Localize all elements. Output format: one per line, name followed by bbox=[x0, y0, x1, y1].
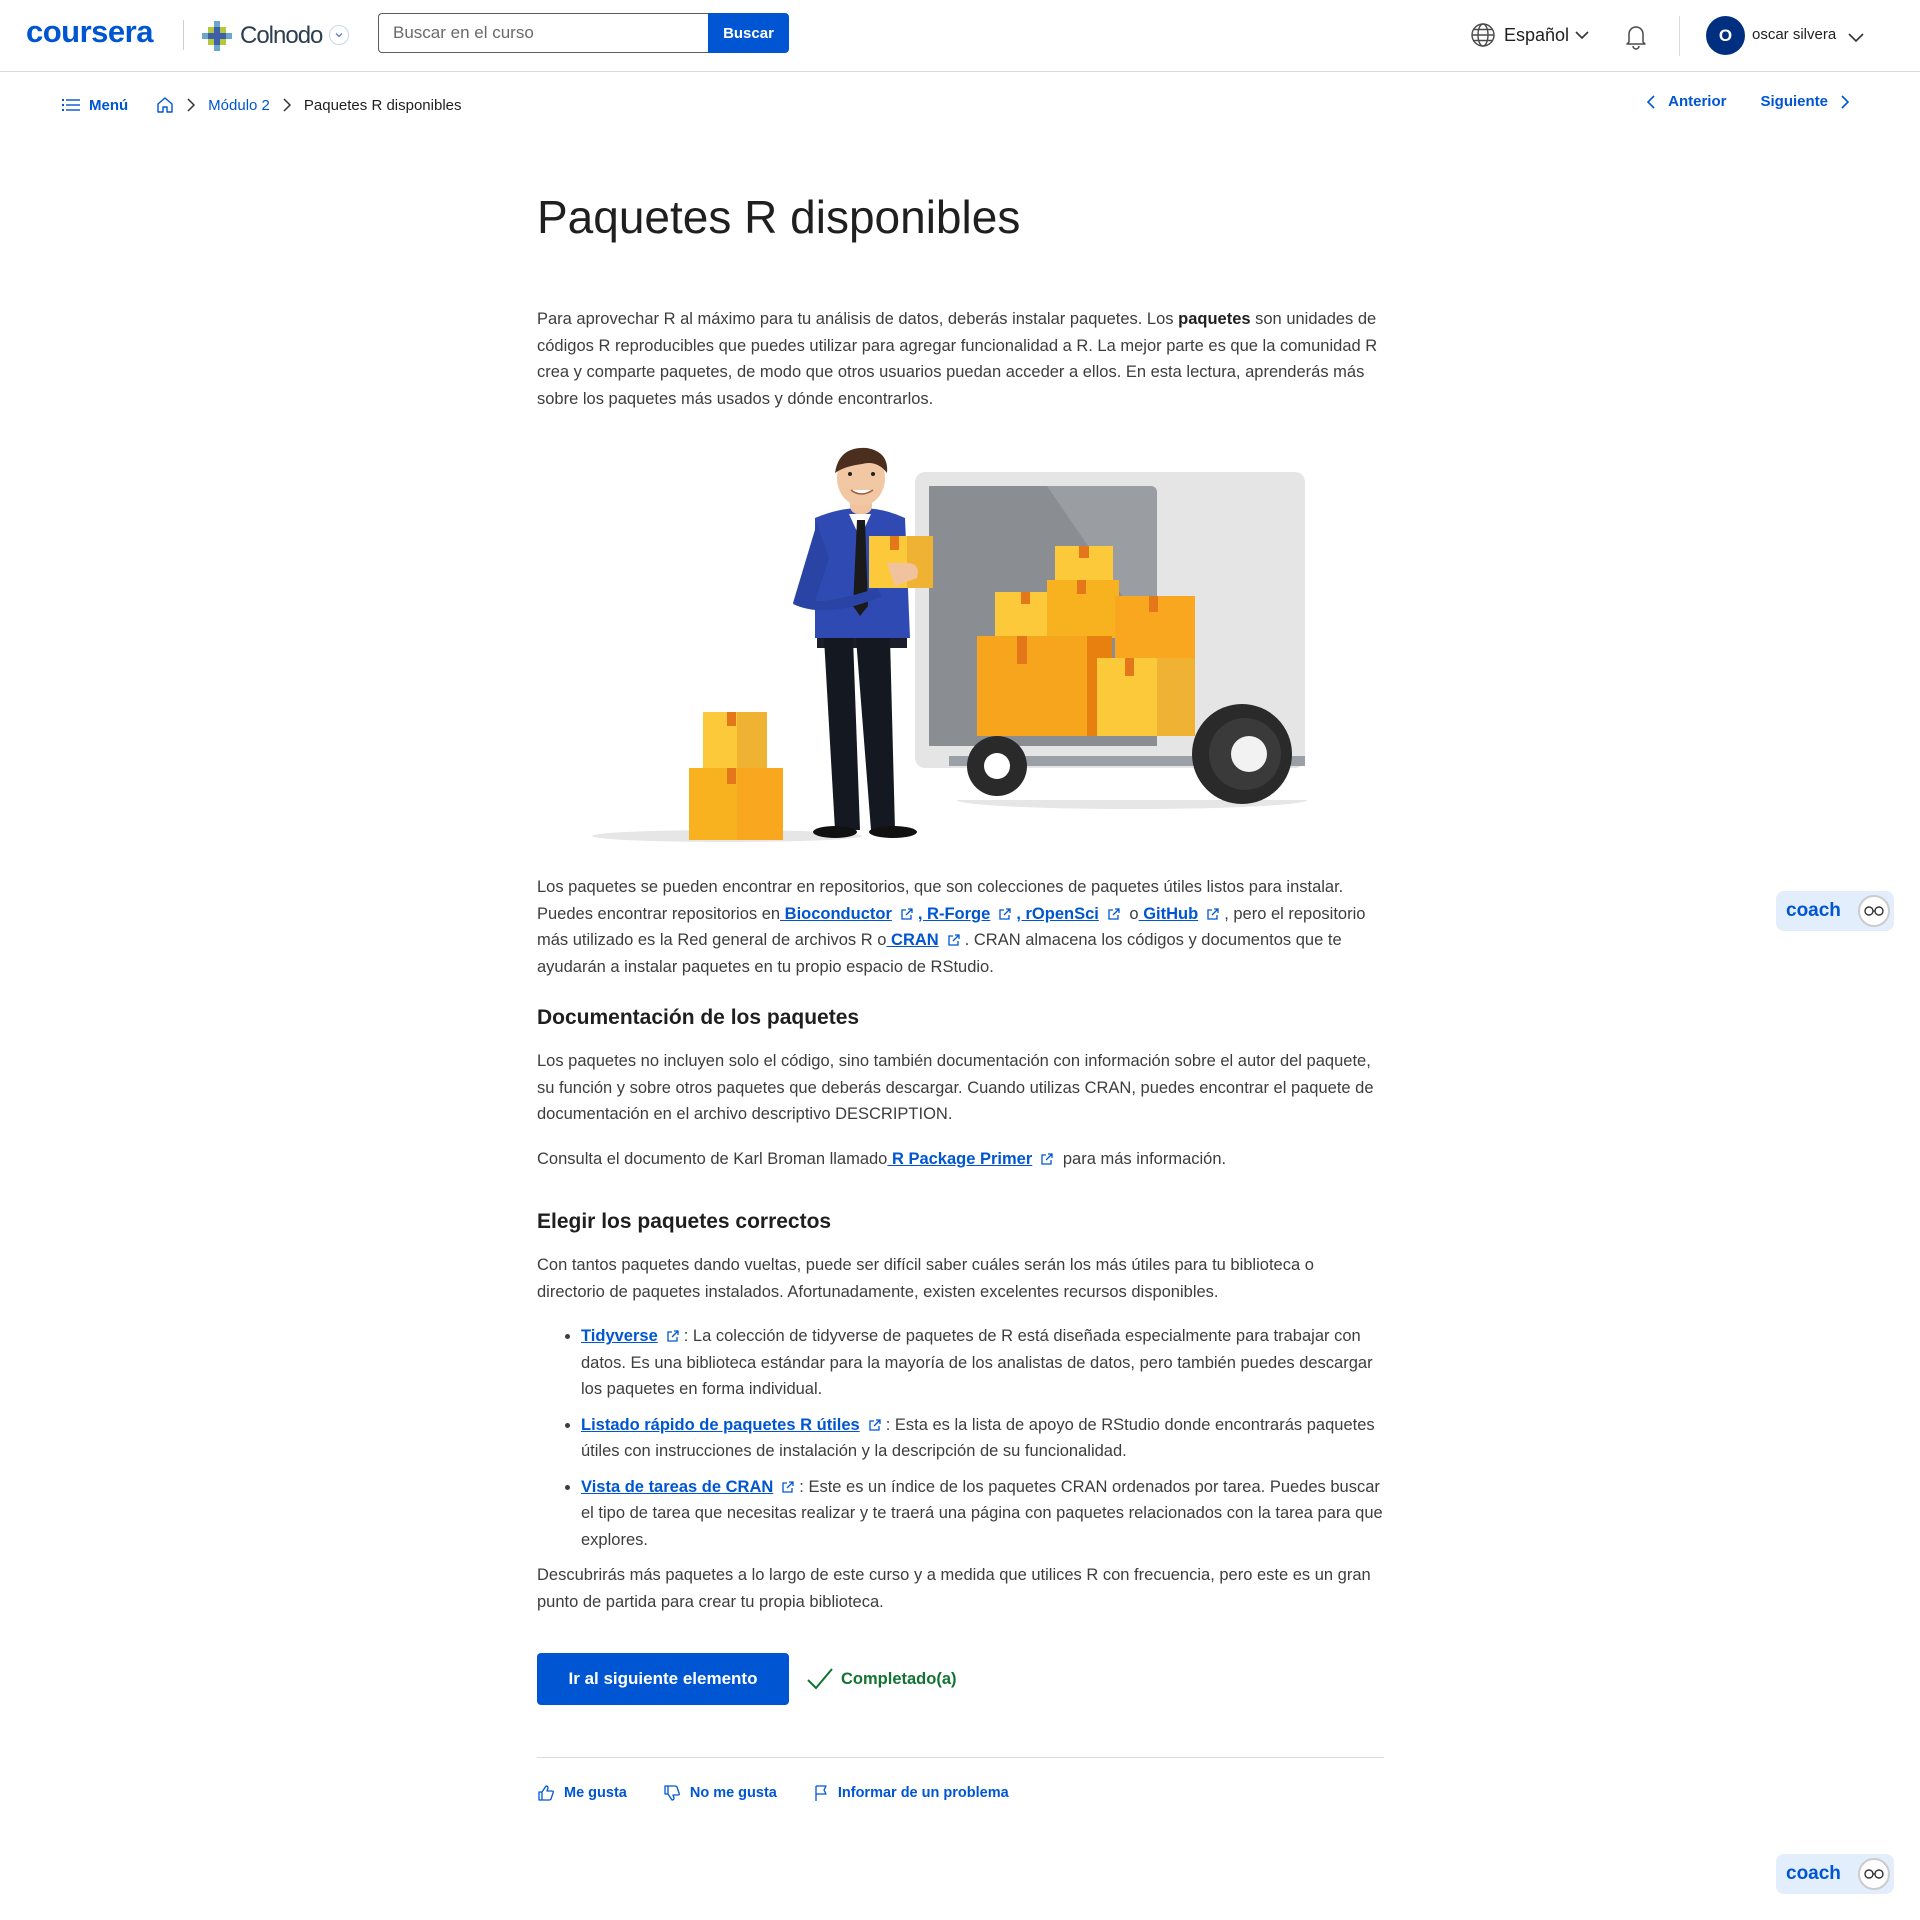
coach-label: coach bbox=[1786, 900, 1841, 921]
chevron-left-icon bbox=[1647, 94, 1655, 109]
github-link[interactable]: GitHub bbox=[1139, 905, 1198, 923]
coach-button[interactable]: coach bbox=[1776, 891, 1894, 931]
partner-logo[interactable]: Colnodo bbox=[200, 18, 323, 54]
reading-content: Paquetes R disponibles Para aprovechar R… bbox=[537, 190, 1384, 1802]
bell-icon bbox=[1626, 26, 1646, 50]
coach-glasses-icon bbox=[1858, 895, 1890, 927]
list-item: Vista de tareas de CRAN: Este es un índi… bbox=[581, 1474, 1384, 1554]
top-header: coursera Colnodo Buscar Español O oscar … bbox=[0, 0, 1920, 72]
notifications-button[interactable] bbox=[1622, 22, 1650, 55]
item-pager: Anterior Siguiente bbox=[1644, 93, 1852, 110]
breadcrumb: Menú Módulo 2 Paquetes R disponibles bbox=[62, 94, 462, 116]
flag-icon bbox=[815, 1785, 827, 1801]
resources-list: Tidyverse: La colección de tidyverse de … bbox=[581, 1323, 1384, 1553]
r-package-primer-link[interactable]: R Package Primer bbox=[887, 1150, 1032, 1168]
r-packages-list-link[interactable]: Listado rápido de paquetes R útiles bbox=[581, 1416, 860, 1434]
closing-paragraph: Descubrirás más paquetes a lo largo de e… bbox=[537, 1566, 1371, 1611]
home-icon bbox=[157, 97, 173, 113]
feedback-bar: Me gusta No me gusta Informar de un prob… bbox=[537, 1784, 1384, 1802]
next-nav-button[interactable]: Siguiente bbox=[1760, 93, 1852, 110]
ropensci-link[interactable]: , rOpenSci bbox=[1016, 905, 1099, 923]
list-item: Listado rápido de paquetes R útiles: Est… bbox=[581, 1412, 1384, 1465]
cran-link[interactable]: CRAN bbox=[886, 931, 939, 949]
colnodo-mark-icon bbox=[202, 21, 232, 51]
list-menu-icon bbox=[62, 99, 80, 111]
choose-packages-paragraph: Con tantos paquetes dando vueltas, puede… bbox=[537, 1256, 1314, 1301]
external-link-icon bbox=[1207, 907, 1219, 920]
report-problem-button[interactable]: Informar de un problema bbox=[813, 1784, 1009, 1802]
logo-divider bbox=[183, 20, 184, 50]
rforge-link[interactable]: , R-Forge bbox=[918, 905, 990, 923]
documentation-heading: Documentación de los paquetes bbox=[537, 1006, 860, 1029]
checkmark-icon bbox=[807, 1668, 833, 1690]
external-link-icon bbox=[782, 1480, 794, 1493]
external-link-icon bbox=[1041, 1152, 1053, 1165]
previous-label: Anterior bbox=[1668, 93, 1727, 110]
external-link-icon bbox=[901, 907, 913, 920]
bioconductor-link[interactable]: Bioconductor bbox=[780, 905, 892, 923]
cran-task-views-link[interactable]: Vista de tareas de CRAN bbox=[581, 1478, 773, 1496]
partner-switch-button[interactable] bbox=[329, 25, 349, 45]
coursera-logo[interactable]: coursera bbox=[26, 14, 153, 50]
chevron-down-icon[interactable] bbox=[1847, 28, 1865, 46]
report-label: Informar de un problema bbox=[837, 1785, 1009, 1801]
go-to-next-item-button[interactable]: Ir al siguiente elemento bbox=[537, 1653, 789, 1705]
chevron-down-icon bbox=[335, 33, 343, 38]
menu-label: Menú bbox=[89, 96, 129, 114]
coach-glasses-icon bbox=[1858, 1858, 1890, 1890]
thumbs-up-icon bbox=[538, 1785, 554, 1801]
next-label: Siguiente bbox=[1760, 93, 1828, 110]
delivery-illustration bbox=[577, 438, 1317, 848]
repositories-paragraph: Los paquetes se pueden encontrar en repo… bbox=[537, 878, 1366, 976]
completed-label: Completado(a) bbox=[841, 1669, 957, 1688]
thumbs-down-icon bbox=[664, 1785, 680, 1801]
external-link-icon bbox=[999, 907, 1011, 920]
language-label: Español bbox=[1504, 24, 1570, 45]
documentation-paragraph: Los paquetes no incluyen solo el código,… bbox=[537, 1052, 1374, 1123]
search-input[interactable] bbox=[378, 13, 708, 53]
chevron-right-icon bbox=[1841, 94, 1850, 109]
external-link-icon bbox=[948, 934, 960, 946]
menu-button[interactable]: Menú bbox=[62, 97, 128, 114]
intro-paragraph: Para aprovechar R al máximo para tu anál… bbox=[537, 310, 1378, 408]
choose-packages-heading: Elegir los paquetes correctos bbox=[537, 1210, 832, 1233]
chevron-right-icon bbox=[186, 97, 196, 113]
chevron-down-icon bbox=[1575, 31, 1589, 40]
previous-button[interactable]: Anterior bbox=[1644, 93, 1726, 110]
list-item: Tidyverse: La colección de tidyverse de … bbox=[581, 1323, 1384, 1403]
completed-status: Completado(a) bbox=[805, 1666, 957, 1692]
partner-name: Colnodo bbox=[240, 22, 323, 49]
external-link-icon bbox=[869, 1418, 881, 1431]
globe-icon bbox=[1471, 23, 1495, 47]
header-divider bbox=[1679, 16, 1680, 56]
external-link-icon bbox=[667, 1330, 679, 1342]
like-button[interactable]: Me gusta bbox=[537, 1784, 627, 1802]
like-label: Me gusta bbox=[564, 1785, 627, 1801]
user-name[interactable]: oscar silvera bbox=[1752, 26, 1836, 43]
breadcrumb-current: Paquetes R disponibles bbox=[303, 96, 462, 114]
avatar[interactable]: O bbox=[1706, 16, 1745, 55]
divider bbox=[537, 1757, 1384, 1758]
search-button[interactable]: Buscar bbox=[708, 13, 789, 53]
tidyverse-link[interactable]: Tidyverse bbox=[581, 1327, 658, 1345]
chevron-right-icon bbox=[282, 97, 292, 113]
external-link-icon bbox=[1108, 907, 1120, 920]
dislike-button[interactable]: No me gusta bbox=[663, 1784, 777, 1802]
page-title: Paquetes R disponibles bbox=[537, 191, 1021, 243]
item-actions: Ir al siguiente elemento Completado(a) bbox=[537, 1653, 1384, 1705]
coach-button[interactable]: coach bbox=[1776, 1854, 1894, 1894]
coach-label: coach bbox=[1786, 1863, 1841, 1884]
breadcrumb-module-link[interactable]: Módulo 2 bbox=[208, 97, 270, 114]
language-selector[interactable]: Español bbox=[1470, 22, 1591, 48]
dislike-label: No me gusta bbox=[689, 1785, 777, 1801]
primer-paragraph: Consulta el documento de Karl Broman lla… bbox=[537, 1149, 1227, 1168]
home-link[interactable] bbox=[156, 96, 174, 114]
